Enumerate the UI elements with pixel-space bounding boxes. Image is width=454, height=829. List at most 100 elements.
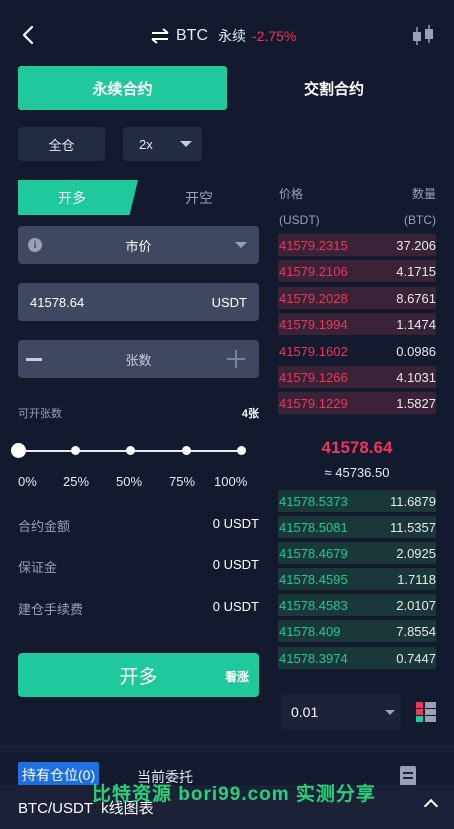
ask-row[interactable]: 41579.2106 4.1715 <box>278 260 436 282</box>
back-arrow-icon[interactable] <box>18 24 40 46</box>
ask-qty: 4.1715 <box>396 263 436 279</box>
ask-qty: 4.1031 <box>396 369 436 385</box>
ob-price-label: 价格 <box>279 187 304 201</box>
change-percent: -2.75% <box>252 28 297 44</box>
chevron-down-icon <box>235 242 247 248</box>
ask-row[interactable]: 41579.1229 1.5827 <box>278 392 436 414</box>
available-value: 4张 <box>241 408 259 420</box>
candlestick-chart-icon[interactable] <box>410 24 438 48</box>
slider-stop-25[interactable] <box>71 446 80 455</box>
mid-fiat-price: ≈ 45736.50 <box>324 465 390 480</box>
bid-price: 41578.4583 <box>279 597 348 613</box>
open-long-button[interactable]: 开多 看涨 <box>18 653 259 697</box>
ob-qty-unit: (BTC) <box>404 213 436 227</box>
info-icon[interactable]: i <box>28 238 42 252</box>
ask-qty: 37.206 <box>396 237 436 253</box>
bid-qty: 2.0107 <box>396 597 436 613</box>
ask-price: 41579.2106 <box>279 263 348 279</box>
leverage-select[interactable]: 2x <box>123 127 202 161</box>
ask-price: 41579.2315 <box>279 237 348 253</box>
fee-row: 建仓手续费 0 USDT <box>18 599 259 618</box>
bid-price: 41578.5081 <box>279 519 348 535</box>
ask-row[interactable]: 41579.2315 37.206 <box>278 234 436 256</box>
price-unit: USDT <box>211 294 247 310</box>
ask-row[interactable]: 41579.1602 0.0986 <box>278 340 436 362</box>
ask-price: 41579.1229 <box>279 395 348 411</box>
ob-qty-label: 数量 <box>412 187 437 201</box>
margin-mode-button[interactable]: 全仓 <box>18 127 105 161</box>
slider-label-75: 75% <box>169 474 196 489</box>
leverage-value: 2x <box>139 136 153 152</box>
bid-row[interactable]: 41578.5373 11.6879 <box>278 490 436 512</box>
title-type: 永续 <box>218 28 246 44</box>
price-input[interactable]: 41578.64 USDT <box>18 283 259 321</box>
ask-price: 41579.1266 <box>279 369 348 385</box>
bid-row[interactable]: 41578.5081 11.5357 <box>278 516 436 538</box>
slider-handle[interactable] <box>11 443 26 458</box>
mid-price: 41578.64 <box>321 438 393 457</box>
bid-price: 41578.409 <box>279 623 341 639</box>
bid-price: 41578.4679 <box>279 545 348 561</box>
slider-label-50: 50% <box>116 474 143 489</box>
bid-row[interactable]: 41578.4679 2.0925 <box>278 542 436 564</box>
slider-stop-100[interactable] <box>237 446 246 455</box>
ask-row[interactable]: 41579.1994 1.1474 <box>278 313 436 335</box>
bid-qty: 11.6879 <box>389 493 436 509</box>
bid-price: 41578.3974 <box>279 650 348 666</box>
slider-label-100: 100% <box>214 474 248 489</box>
bid-row[interactable]: 41578.409 7.8554 <box>278 620 436 642</box>
available-label: 可开张数 <box>18 408 62 420</box>
bid-qty: 1.7118 <box>397 571 436 587</box>
bid-row[interactable]: 41578.3974 0.7447 <box>278 647 436 669</box>
bid-qty: 0.7447 <box>396 650 436 666</box>
order-type-select[interactable]: i 市价 <box>18 226 259 264</box>
tab-open-short[interactable]: 开空 <box>140 180 258 215</box>
info-label: 保证金 <box>18 560 58 575</box>
bid-qty: 7.8554 <box>396 623 436 639</box>
tab-perpetual[interactable]: 永续合约 <box>18 66 227 110</box>
bid-row[interactable]: 41578.4595 1.7118 <box>278 568 436 590</box>
chevron-down-icon <box>180 141 192 147</box>
document-icon[interactable] <box>400 766 416 786</box>
tab-delivery[interactable]: 交割合约 <box>234 66 434 110</box>
ask-qty: 0.0986 <box>396 343 436 359</box>
slider-label-25: 25% <box>63 474 90 489</box>
margin-row: 保证金 0 USDT <box>18 557 259 576</box>
slider-stop-50[interactable] <box>126 446 135 455</box>
quantity-stepper[interactable]: 张数 <box>18 340 259 378</box>
ask-qty: 8.6761 <box>396 290 436 306</box>
ask-qty: 1.5827 <box>396 395 436 411</box>
orderbook-layout-icon[interactable] <box>416 702 436 722</box>
info-value: 0 USDT <box>212 557 259 572</box>
price-value: 41578.64 <box>30 294 85 310</box>
contract-amount-row: 合约金额 0 USDT <box>18 516 259 535</box>
page-title[interactable]: BTC 永续 -2.75% <box>150 26 296 46</box>
bid-qty: 11.5357 <box>389 519 436 535</box>
tab-open-long[interactable]: 开多 <box>18 180 138 215</box>
bid-row[interactable]: 41578.4583 2.0107 <box>278 594 436 616</box>
chevron-up-icon[interactable] <box>423 798 439 814</box>
ask-price: 41579.1994 <box>279 316 348 332</box>
minus-icon[interactable] <box>26 358 42 361</box>
slider-stop-75[interactable] <box>182 446 191 455</box>
ask-row[interactable]: 41579.1266 4.1031 <box>278 366 436 388</box>
info-label: 建仓手续费 <box>18 602 84 617</box>
plus-icon[interactable] <box>227 350 245 368</box>
ask-qty: 1.1474 <box>396 316 436 332</box>
title-symbol: BTC <box>176 27 208 44</box>
watermark: 比特资源 bori99.com 实测分享 <box>92 784 376 805</box>
quantity-placeholder: 张数 <box>125 352 152 368</box>
order-type-value: 市价 <box>125 238 152 254</box>
price-step-select[interactable]: 0.01 <box>281 694 401 730</box>
info-value: 0 USDT <box>212 516 259 531</box>
bid-price: 41578.5373 <box>279 493 348 509</box>
ask-row[interactable]: 41579.2028 8.6761 <box>278 287 436 309</box>
ob-price-unit: (USDT) <box>279 213 320 227</box>
ask-price: 41579.2028 <box>279 290 348 306</box>
slider-label-0: 0% <box>18 474 37 489</box>
info-value: 0 USDT <box>212 599 259 614</box>
bullish-label: 看涨 <box>224 670 249 684</box>
price-step-value: 0.01 <box>291 704 319 720</box>
bid-qty: 2.0925 <box>396 545 436 561</box>
open-long-label: 开多 <box>119 666 158 688</box>
